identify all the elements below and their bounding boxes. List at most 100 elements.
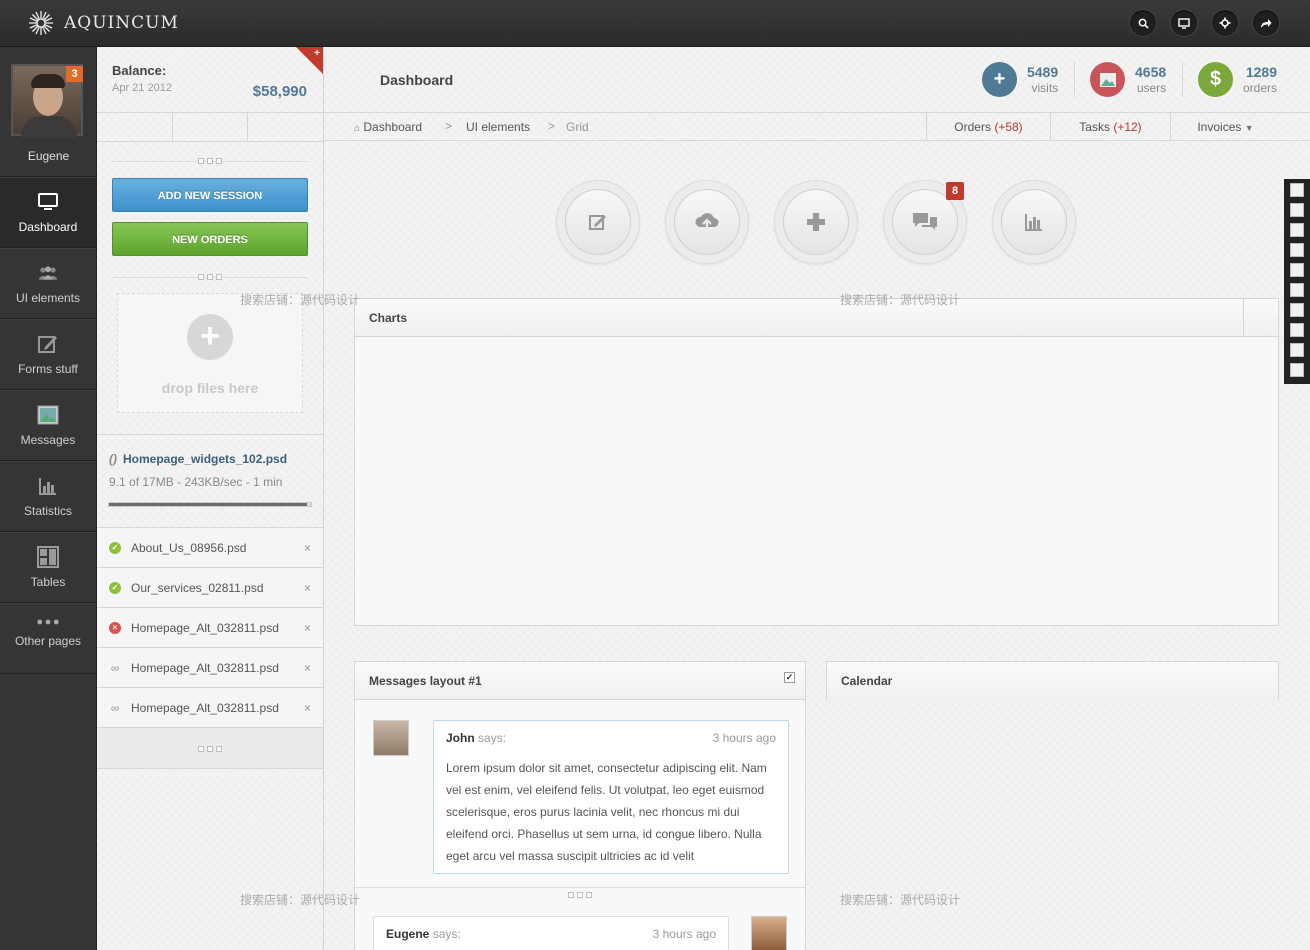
avatar[interactable] (373, 720, 409, 756)
messages-widget: Messages layout #1 ✓ John says: 3 hours … (354, 661, 806, 950)
action-upload-button[interactable] (665, 180, 749, 264)
user-name[interactable]: Eugene (0, 149, 97, 163)
nav-item-messages[interactable]: Messages (0, 390, 96, 461)
file-dropzone[interactable]: + drop files here (117, 293, 303, 413)
file-row[interactable]: ✓ About_Us_08956.psd × (97, 527, 323, 567)
action-statistics-button[interactable] (992, 180, 1076, 264)
pattern-swatch[interactable] (1290, 203, 1304, 217)
tab-orders[interactable]: Orders (+58) (926, 113, 1050, 141)
edit-icon (565, 189, 631, 255)
monitor-icon[interactable] (1170, 9, 1198, 37)
grid-icon (37, 546, 59, 568)
home-icon: ⌂ (354, 123, 361, 134)
nav-item-statistics[interactable]: Statistics (0, 461, 96, 532)
breadcrumb: ⌂ Dashboard > UI elements > Grid Orders … (324, 113, 1310, 141)
nav-item-other-pages[interactable]: Other pages (0, 603, 96, 674)
action-messages-button[interactable]: 8 (883, 180, 967, 264)
remove-icon[interactable]: × (304, 661, 311, 675)
new-orders-button[interactable]: NEW ORDERS (112, 222, 308, 256)
pattern-swatch[interactable] (1290, 223, 1304, 237)
bar-chart-icon (37, 475, 59, 497)
chevron-down-icon: ▼ (1244, 123, 1254, 133)
message-author: Eugene says: (386, 927, 461, 941)
uploading-file-name[interactable]: () Homepage_widgets_102.psd (109, 452, 287, 466)
action-edit-button[interactable] (556, 180, 640, 264)
divider-handle (97, 152, 323, 170)
monitor-icon (37, 191, 59, 213)
nav-item-dashboard[interactable]: Dashboard (0, 177, 96, 248)
balance-label: Balance: (112, 63, 167, 78)
user-block: 3 Eugene (0, 47, 96, 177)
pattern-swatch[interactable] (1290, 303, 1304, 317)
balance-block: Balance: Apr 21 2012 $58,990 + (97, 47, 323, 113)
nav-item-tables[interactable]: Tables (0, 532, 96, 603)
remove-icon[interactable]: × (304, 701, 311, 715)
file-row[interactable]: ∞ Homepage_Alt_032811.psd × (97, 647, 323, 687)
divider-handle (97, 727, 323, 769)
messages-badge: 8 (946, 182, 964, 200)
remove-icon[interactable]: × (304, 541, 311, 555)
sidebar-tab[interactable] (97, 113, 173, 141)
stat-label: visits (1031, 80, 1059, 95)
sidebar-tab[interactable] (248, 113, 323, 141)
breadcrumb-item[interactable]: UI elements (466, 120, 530, 134)
file-name: Homepage_Alt_032811.psd (131, 700, 279, 715)
action-add-button[interactable] (774, 180, 858, 264)
watermark: 搜索店铺：源代码设计 (240, 293, 361, 307)
logo[interactable]: AQUINCUM (28, 10, 179, 36)
pattern-swatch[interactable] (1290, 323, 1304, 337)
nav-label: Tables (30, 575, 66, 589)
widget-checkbox[interactable]: ✓ (784, 672, 795, 683)
search-icon[interactable] (1129, 9, 1157, 37)
file-row[interactable]: ∞ Homepage_Alt_032811.psd × (97, 687, 323, 727)
upload-progress-fill (109, 503, 307, 506)
edit-icon (37, 333, 59, 355)
nav-item-ui-elements[interactable]: UI elements (0, 248, 96, 319)
breadcrumb-item: Grid (566, 120, 589, 134)
plus-icon: + (982, 62, 1017, 97)
widget-title: Messages layout #1 ✓ (355, 662, 805, 700)
logo-sun-icon (29, 11, 53, 35)
nav-item-forms[interactable]: Forms stuff (0, 319, 96, 390)
file-row[interactable]: × Homepage_Alt_032811.psd × (97, 607, 323, 647)
pattern-swatch[interactable] (1290, 283, 1304, 297)
calendar-widget: Calendar (826, 661, 1279, 700)
stat-orders[interactable]: $ 1289 orders (1198, 62, 1277, 97)
message-time: 3 hours ago (712, 731, 776, 745)
dropzone-label: drop files here (161, 380, 259, 396)
stat-users[interactable]: 4658 users (1090, 62, 1166, 97)
avatar[interactable] (751, 916, 787, 950)
stat-visits[interactable]: + 5489 visits (982, 62, 1058, 97)
remove-icon[interactable]: × (304, 621, 311, 635)
logout-icon[interactable] (1252, 9, 1280, 37)
nav-label: Messages (20, 433, 76, 447)
plus-icon (783, 189, 849, 255)
upload-progress-bar (108, 502, 312, 507)
settings-icon[interactable] (1211, 9, 1239, 37)
sidebar-tabs (97, 113, 323, 142)
stat-value: 1289 (1245, 63, 1278, 80)
tab-invoices[interactable]: Invoices ▼ (1170, 113, 1280, 141)
pattern-swatch[interactable] (1290, 363, 1304, 377)
add-new-session-button[interactable]: ADD NEW SESSION (112, 178, 308, 212)
breadcrumb-item[interactable]: ⌂ Dashboard (354, 120, 422, 134)
watermark: 搜索店铺：源代码设计 (840, 293, 961, 307)
check-icon: ✓ (109, 581, 121, 594)
pattern-swatch[interactable] (1290, 343, 1304, 357)
tab-tasks[interactable]: Tasks (+12) (1050, 113, 1170, 141)
pattern-swatch[interactable] (1290, 183, 1304, 197)
loading-icon: () (109, 452, 117, 466)
sidebar-tab[interactable] (173, 113, 249, 141)
cloud-upload-icon (674, 189, 740, 255)
pattern-swatch[interactable] (1290, 243, 1304, 257)
widget-title: Charts (355, 299, 1278, 337)
file-row[interactable]: ✓ Our_services_02811.psd × (97, 567, 323, 607)
remove-icon[interactable]: × (304, 581, 311, 595)
plus-icon[interactable]: + (314, 48, 320, 59)
secondary-sidebar: Balance: Apr 21 2012 $58,990 + ADD NEW S… (97, 47, 324, 950)
pattern-swatch[interactable] (1290, 263, 1304, 277)
nav-label: Forms stuff (18, 362, 78, 376)
file-name: Homepage_Alt_032811.psd (131, 660, 279, 675)
image-icon (37, 404, 59, 426)
dollar-icon: $ (1198, 62, 1233, 97)
